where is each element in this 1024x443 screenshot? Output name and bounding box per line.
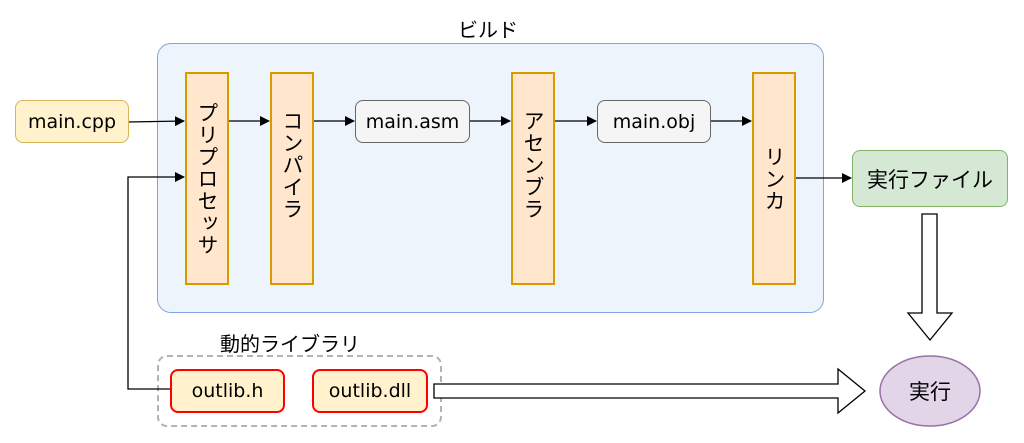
assembler-stage: アセンブラ: [511, 72, 555, 285]
executable-file: 実行ファイル: [852, 150, 1008, 207]
block-arrow-executable-to-run: [906, 213, 954, 342]
outlib-dll-file: outlib.dll: [312, 369, 428, 413]
block-arrow-dll-to-run: [433, 367, 867, 415]
main-asm-file: main.asm: [355, 100, 470, 143]
compiler-stage: コンパイラ: [270, 72, 314, 285]
build-process-diagram: ビルド 動的ライブラリ main.cpp プリプロセッサ コンパイラ main.…: [0, 0, 1024, 443]
arrow-header-to-preprocessor: [127, 172, 185, 390]
arrow-source-to-preprocessor: [127, 116, 185, 127]
linker-stage: リンカ: [752, 72, 796, 285]
preprocessor-stage: プリプロセッサ: [185, 72, 229, 285]
main-cpp-file: main.cpp: [15, 100, 129, 143]
main-obj-file: main.obj: [597, 100, 711, 143]
outlib-h-file: outlib.h: [170, 369, 285, 413]
run-label: 実行: [909, 380, 951, 404]
